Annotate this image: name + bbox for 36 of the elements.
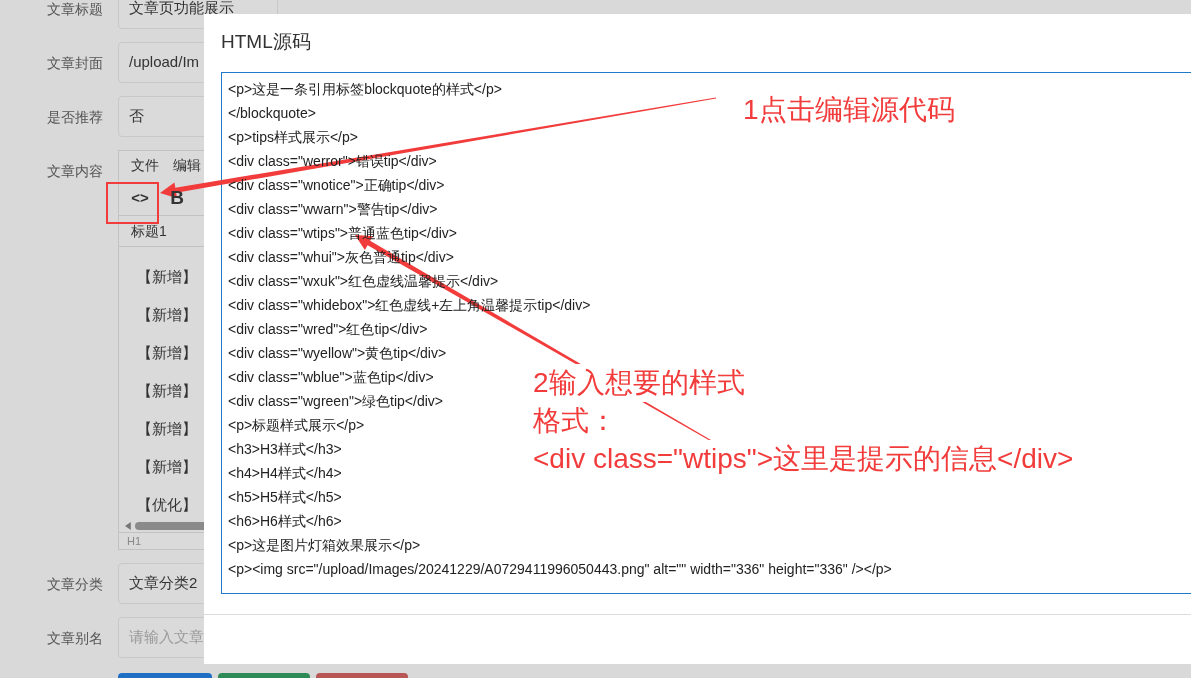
menu-item[interactable]: 编辑 [173, 155, 201, 177]
code-line: <p>这是一条引用标签blockquote的样式</p> [228, 80, 502, 99]
code-line: <div class="wblue">蓝色tip</div> [228, 368, 434, 387]
code-line: <h4>H4样式</h4> [228, 464, 342, 483]
code-line: <h3>H3样式</h3> [228, 440, 342, 459]
field-label: 文章标题 [46, 0, 104, 19]
content-line: 【新增】 [137, 343, 197, 364]
code-line: <p>标题样式展示</p> [228, 416, 365, 435]
code-line: <div class="wyellow">黄色tip</div> [228, 344, 447, 363]
field-label: 文章别名 [46, 629, 104, 648]
content-line: 【新增】 [137, 381, 197, 402]
annotation-text: 2输入想要的样式 [533, 364, 745, 402]
field-label: 文章内容 [46, 162, 104, 181]
code-line: <h5>H5样式</h5> [228, 488, 342, 507]
bold-button[interactable]: B [165, 180, 189, 215]
content-line: 【新增】 [137, 457, 197, 478]
scroll-left-icon[interactable] [125, 522, 131, 531]
content-line: 【新增】 [137, 267, 197, 288]
format-select[interactable]: 标题1 [131, 220, 167, 242]
code-line: <h6>H6样式</h6> [228, 512, 342, 531]
status-path: H1 [127, 533, 142, 549]
annotation-text: 1点击编辑源代码 [743, 93, 955, 127]
field-label: 是否推荐 [46, 108, 104, 127]
menu-item[interactable]: 文件 [131, 155, 159, 177]
content-line: 【新增】 [137, 419, 197, 440]
highlight-frame [106, 182, 159, 224]
content-line: 【新增】 [137, 305, 197, 326]
field-label: 文章封面 [46, 54, 104, 73]
code-line: <div class="wgreen">绿色tip</div> [228, 392, 443, 411]
content-line: 【优化】 [137, 495, 197, 516]
code-line: <div class="wred">红色tip</div> [228, 320, 428, 339]
code-line: <div class="wnotice">正确tip</div> [228, 176, 445, 195]
code-line: <div class="wwarn">警告tip</div> [228, 200, 438, 219]
field-label: 文章分类 [46, 575, 104, 594]
source-code-button[interactable]: <> [121, 180, 159, 215]
code-line: <p>这是图片灯箱效果展示</p> [228, 536, 421, 555]
